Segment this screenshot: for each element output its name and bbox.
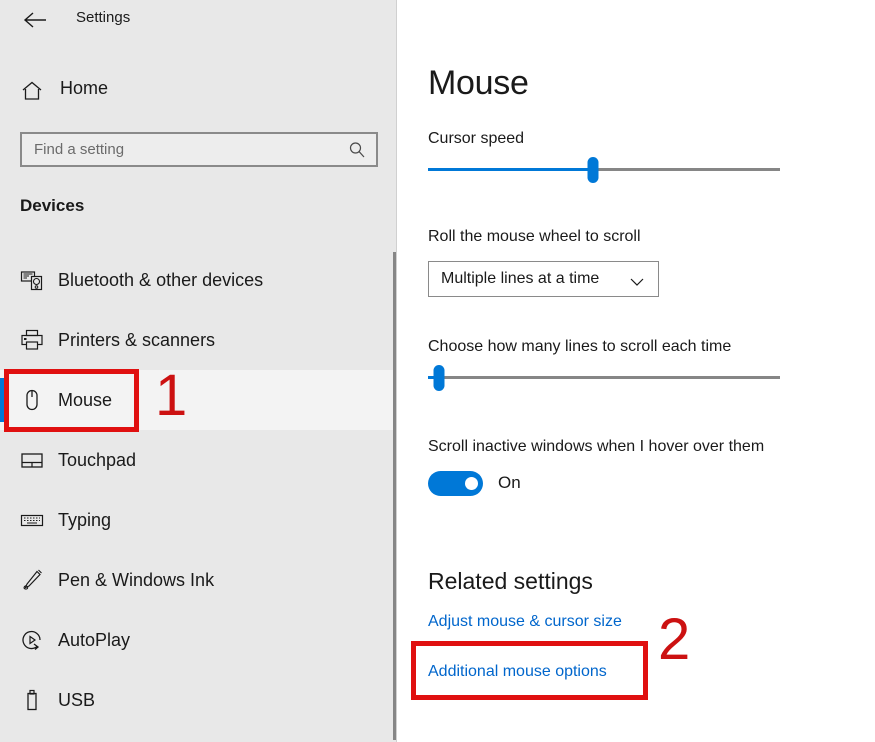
sidebar: Settings Home Devices bbox=[0, 0, 397, 742]
sidebar-item-touchpad[interactable]: Touchpad bbox=[0, 430, 395, 490]
mouse-icon bbox=[19, 387, 45, 413]
search-box[interactable] bbox=[20, 132, 378, 167]
autoplay-icon bbox=[19, 627, 45, 653]
sidebar-item-label: Touchpad bbox=[58, 449, 137, 470]
slider-track bbox=[428, 376, 780, 379]
slider-thumb[interactable] bbox=[587, 157, 599, 183]
sidebar-scrollbar[interactable] bbox=[393, 252, 396, 740]
wheel-scroll-dropdown[interactable]: Multiple lines at a time bbox=[428, 261, 659, 297]
lines-to-scroll-label: Choose how many lines to scroll each tim… bbox=[428, 338, 732, 355]
sidebar-nav-list: Bluetooth & other devices Printers & sca… bbox=[0, 250, 395, 730]
sidebar-item-pen-windows-ink[interactable]: Pen & Windows Ink bbox=[0, 550, 395, 610]
toggle-knob bbox=[465, 477, 478, 490]
back-arrow-icon[interactable] bbox=[20, 6, 50, 34]
wheel-scroll-selected-value: Multiple lines at a time bbox=[441, 270, 600, 287]
sidebar-item-label: Typing bbox=[58, 509, 112, 530]
sidebar-item-label: AutoPlay bbox=[58, 629, 131, 650]
printer-icon bbox=[19, 327, 45, 353]
link-adjust-mouse-cursor-size[interactable]: Adjust mouse & cursor size bbox=[428, 613, 622, 631]
link-additional-mouse-options[interactable]: Additional mouse options bbox=[428, 663, 607, 681]
settings-window: Settings Home Devices bbox=[0, 0, 875, 742]
sidebar-item-label: USB bbox=[58, 689, 96, 710]
sidebar-item-home-label: Home bbox=[60, 78, 109, 98]
sidebar-item-usb[interactable]: USB bbox=[0, 670, 395, 730]
cursor-speed-label: Cursor speed bbox=[428, 130, 525, 147]
search-icon[interactable] bbox=[348, 141, 366, 159]
sidebar-item-label: Pen & Windows Ink bbox=[58, 569, 215, 590]
sidebar-item-bluetooth-other-devices[interactable]: Bluetooth & other devices bbox=[0, 250, 395, 310]
sidebar-item-home[interactable]: Home bbox=[0, 70, 397, 112]
sidebar-item-printers-scanners[interactable]: Printers & scanners bbox=[0, 310, 395, 370]
app-title: Settings bbox=[76, 9, 131, 26]
lines-to-scroll-slider[interactable] bbox=[428, 363, 780, 393]
scroll-inactive-state: On bbox=[498, 473, 521, 492]
sidebar-item-typing[interactable]: Typing bbox=[0, 490, 395, 550]
slider-thumb[interactable] bbox=[433, 365, 445, 391]
cursor-speed-slider[interactable] bbox=[428, 155, 780, 185]
chevron-down-icon bbox=[630, 274, 644, 286]
keyboard-icon bbox=[19, 507, 45, 533]
wheel-scroll-label: Roll the mouse wheel to scroll bbox=[428, 228, 641, 245]
sidebar-item-label: Bluetooth & other devices bbox=[58, 269, 264, 290]
touchpad-icon bbox=[19, 447, 45, 473]
bluetooth-devices-icon bbox=[19, 267, 45, 293]
sidebar-item-label: Mouse bbox=[58, 389, 113, 410]
scroll-inactive-label: Scroll inactive windows when I hover ove… bbox=[428, 438, 765, 455]
search-input[interactable] bbox=[22, 134, 332, 165]
related-settings-title: Related settings bbox=[428, 568, 593, 594]
sidebar-item-autoplay[interactable]: AutoPlay bbox=[0, 610, 395, 670]
scroll-inactive-toggle[interactable] bbox=[428, 471, 483, 496]
title-bar: Settings bbox=[0, 0, 397, 40]
pen-icon bbox=[19, 567, 45, 593]
usb-icon bbox=[19, 687, 45, 713]
sidebar-section-header: Devices bbox=[20, 196, 85, 215]
sidebar-item-mouse[interactable]: Mouse bbox=[0, 370, 395, 430]
sidebar-item-label: Printers & scanners bbox=[58, 329, 216, 350]
home-icon bbox=[20, 79, 44, 103]
slider-fill bbox=[428, 168, 594, 171]
page-title: Mouse bbox=[428, 64, 529, 102]
